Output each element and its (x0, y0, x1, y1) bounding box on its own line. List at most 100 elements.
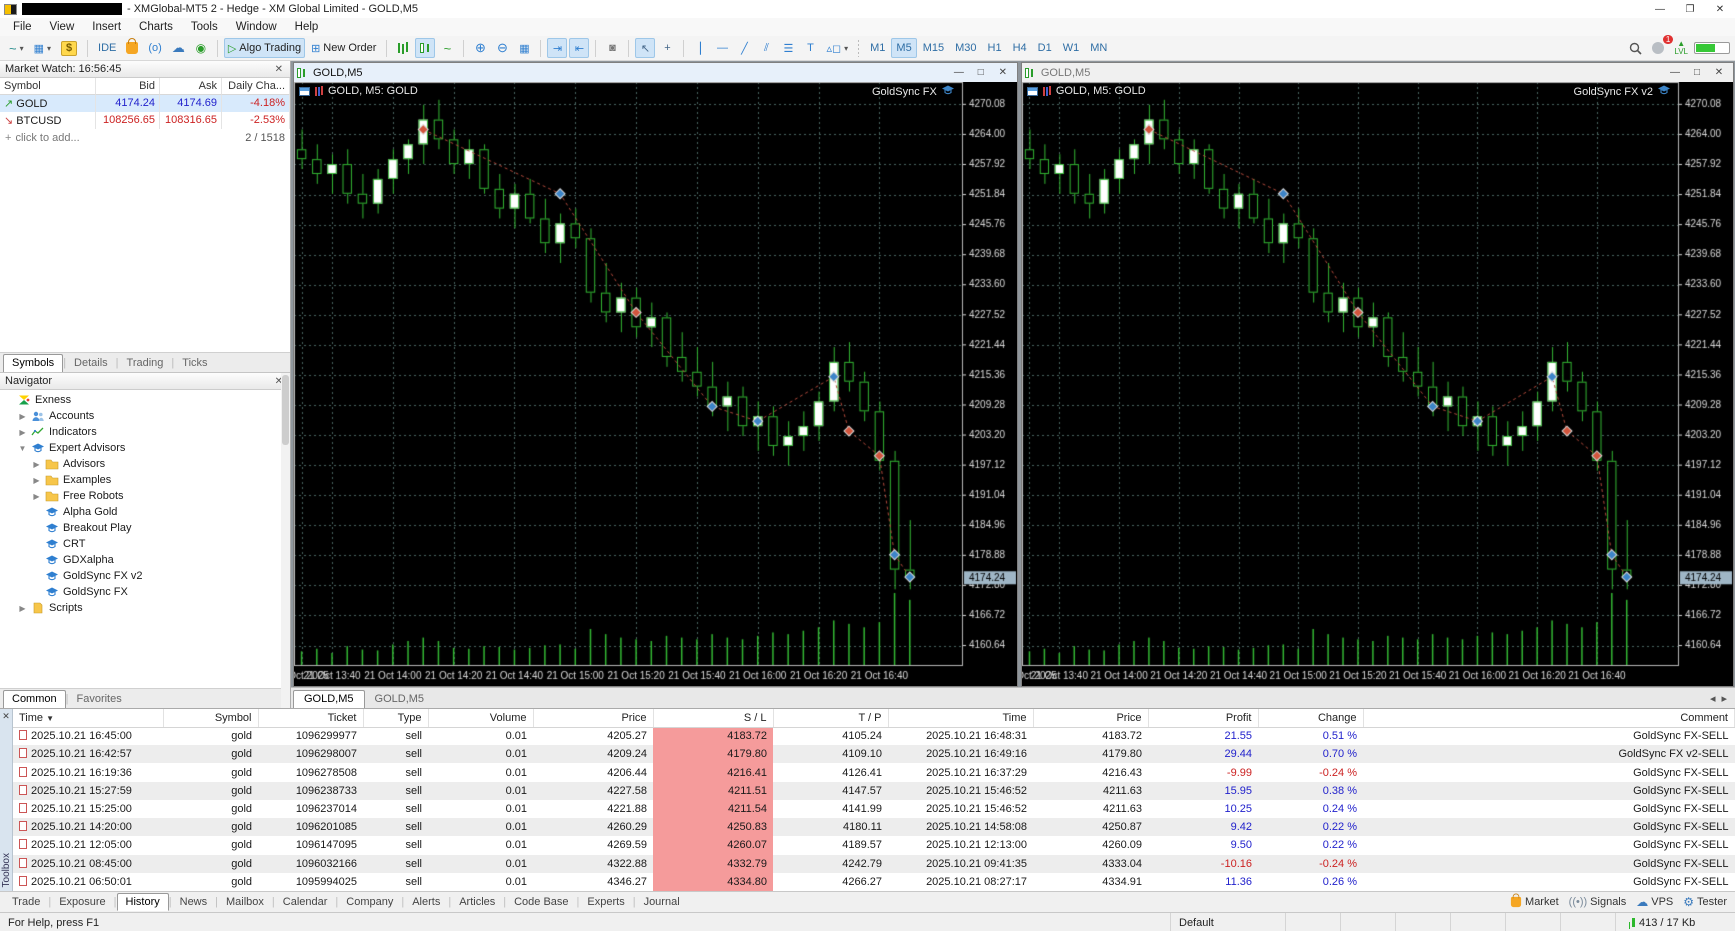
timeframe-m5[interactable]: M5 (891, 38, 917, 58)
signals-button[interactable]: (o) (144, 38, 165, 58)
chart-1-close-button[interactable]: ✕ (992, 67, 1014, 78)
history-column-5[interactable]: Price (533, 709, 654, 728)
history-table-header[interactable]: Time ▼ Symbol Ticket Type Volume Price S / LT … (13, 709, 1735, 728)
chart-1-maximize-button[interactable]: □ (970, 67, 992, 78)
menu-help[interactable]: Help (286, 20, 328, 34)
candlestick-chart-button[interactable] (415, 38, 436, 58)
ide-button[interactable]: IDE (94, 38, 120, 58)
timeframe-m1[interactable]: M1 (865, 38, 890, 58)
timeframe-m30[interactable]: M30 (950, 38, 981, 58)
chevron-down-icon[interactable]: ▼ (18, 444, 27, 453)
toolbox-tab-exposure[interactable]: Exposure (51, 894, 113, 910)
history-column-8[interactable]: Time (888, 709, 1034, 728)
line-chart-button[interactable]: ~ (437, 38, 457, 58)
tab-common[interactable]: Common (3, 690, 66, 708)
market-watch-column-2[interactable]: Ask (160, 78, 222, 95)
tree-item-advisors[interactable]: ▶ Advisors (0, 456, 290, 472)
cursor-button[interactable]: ↖ (635, 38, 656, 58)
menu-charts[interactable]: Charts (130, 20, 182, 34)
crosshair-button[interactable]: + (657, 38, 677, 58)
tab-ticks[interactable]: Ticks (174, 355, 215, 372)
tree-item-alpha-gold[interactable]: Alpha Gold (0, 504, 290, 520)
tree-item-scripts[interactable]: ▶ Scripts (0, 600, 290, 616)
market-watch-add-row[interactable]: + click to add... 2 / 1518 (0, 129, 290, 147)
history-column-4[interactable]: Volume (428, 709, 534, 728)
scroll-left-icon[interactable]: ◂ (1710, 692, 1716, 705)
tab-details[interactable]: Details (66, 355, 116, 372)
menu-tools[interactable]: Tools (182, 20, 227, 34)
scroll-right-icon[interactable]: ▸ (1721, 692, 1727, 705)
one-click-trading-icon[interactable] (1026, 86, 1038, 96)
statusbar-item-vps[interactable]: ☁ VPS (1636, 895, 1673, 909)
tab-symbols[interactable]: Symbols (3, 354, 64, 372)
history-column-12[interactable]: Comment (1363, 709, 1735, 728)
statusbar-item-signals[interactable]: ((•)) Signals (1569, 896, 1627, 908)
window-minimize-button[interactable]: — (1645, 0, 1675, 18)
tree-item-gdxalpha[interactable]: GDXalpha (0, 552, 290, 568)
menu-window[interactable]: Window (227, 20, 286, 34)
toolbox-tab-trade[interactable]: Trade (4, 894, 48, 910)
market-button[interactable] (122, 38, 142, 58)
timeframe-h1[interactable]: H1 (983, 38, 1007, 58)
market-watch-row[interactable]: ↗ GOLD 4174.24 4174.69 -4.18% (0, 95, 290, 112)
expert-advisor-icon[interactable] (1657, 85, 1671, 98)
chart-window-2-titlebar[interactable]: GOLD,M5 — □ ✕ (1021, 63, 1733, 82)
menu-file[interactable]: File (4, 20, 41, 34)
screenshot-button[interactable]: ◙ (602, 38, 622, 58)
text-tool-button[interactable]: T (800, 38, 820, 58)
history-column-6[interactable]: S / L (653, 709, 774, 728)
toolbox-tab-articles[interactable]: Articles (451, 894, 503, 910)
notifications-button[interactable]: 1 (1648, 35, 1674, 58)
market-watch-column-1[interactable]: Bid (96, 78, 160, 95)
horizontal-line-button[interactable]: — (712, 38, 732, 58)
expert-advisor-icon[interactable] (941, 85, 955, 98)
lvl-indicator[interactable]: ▲ LVL (1670, 38, 1692, 58)
tree-item-free-robots[interactable]: ▶ Free Robots (0, 488, 290, 504)
history-column-11[interactable]: Change (1258, 709, 1364, 728)
chevron-right-icon[interactable]: ▶ (18, 412, 27, 421)
history-row[interactable]: 2025.10.21 14:20:00 gold 1096201085 sell 0.0… (13, 818, 1735, 837)
history-column-10[interactable]: Profit (1148, 709, 1259, 728)
one-click-trading-icon[interactable] (299, 86, 310, 96)
chart-shift-button[interactable]: ⇤ (569, 38, 590, 58)
algo-trading-button[interactable]: ▷ Algo Trading (223, 38, 306, 58)
search-button[interactable] (1625, 38, 1646, 58)
toolbox-tab-news[interactable]: News (172, 894, 216, 910)
toolbox-tab-calendar[interactable]: Calendar (275, 894, 336, 910)
zoom-out-button[interactable]: ⊖ (492, 38, 512, 58)
timeframe-m15[interactable]: M15 (918, 38, 949, 58)
chevron-right-icon[interactable]: ▶ (32, 460, 41, 469)
tab-trading[interactable]: Trading (119, 355, 172, 372)
status-profile[interactable]: Default (1170, 913, 1285, 931)
statusbar-item-market[interactable]: Market (1510, 893, 1559, 908)
toolbox-tab-experts[interactable]: Experts (579, 894, 632, 910)
equidistant-lines-button[interactable]: ☰ (778, 38, 798, 58)
toolbox-tab-history[interactable]: History (116, 893, 169, 911)
toolbox-tab-journal[interactable]: Journal (636, 894, 688, 910)
history-row[interactable]: 2025.10.21 16:42:57 gold 1096298007 sell 0.0… (13, 745, 1735, 764)
tree-item-exness[interactable]: Exness (0, 392, 290, 408)
timeframe-w1[interactable]: W1 (1058, 38, 1085, 58)
tree-item-crt[interactable]: CRT (0, 536, 290, 552)
timeframe-h4[interactable]: H4 (1008, 38, 1032, 58)
menu-insert[interactable]: Insert (83, 20, 130, 34)
history-row[interactable]: 2025.10.21 15:25:00 gold 1096237014 sell 0.0… (13, 799, 1735, 819)
chevron-right-icon[interactable]: ▶ (32, 492, 41, 501)
market-watch-column-3[interactable]: Daily Cha... (222, 78, 290, 95)
history-column-0[interactable]: Time ▼ (13, 709, 164, 728)
tree-item-goldsync-fx[interactable]: GoldSync FX (0, 584, 290, 600)
statusbar-item-tester[interactable]: ⚙ Tester (1683, 895, 1727, 909)
history-column-9[interactable]: Price (1033, 709, 1149, 728)
history-row[interactable]: 2025.10.21 12:05:00 gold 1096147095 sell 0.0… (13, 836, 1735, 855)
chart-2-minimize-button[interactable]: — (1664, 67, 1686, 78)
tree-item-examples[interactable]: ▶ Examples (0, 472, 290, 488)
profiles-dropdown[interactable]: ▦ ▾ (30, 38, 55, 58)
history-row[interactable]: 2025.10.21 08:45:00 gold 1096032166 sell 0.0… (13, 854, 1735, 873)
vertical-line-button[interactable]: ⎮ (690, 38, 710, 58)
chevron-right-icon[interactable]: ▶ (18, 428, 27, 437)
zoom-in-button[interactable]: ⊕ (470, 38, 490, 58)
navigator-scrollbar[interactable] (281, 373, 290, 708)
chevron-right-icon[interactable]: ▶ (32, 476, 41, 485)
tile-windows-button[interactable]: ▦ (514, 38, 534, 58)
history-row[interactable]: 2025.10.21 16:19:36 gold 1096278508 sell 0.0… (13, 763, 1735, 782)
